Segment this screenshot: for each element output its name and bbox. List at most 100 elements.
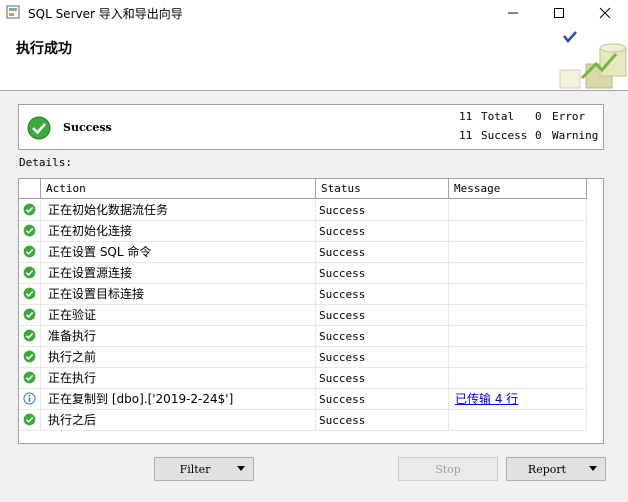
grid-select-all-header[interactable]	[19, 179, 41, 199]
total-count: 11	[459, 110, 473, 123]
row-status: Success	[316, 242, 449, 263]
table-row[interactable]: 执行之后 Success	[19, 410, 603, 431]
details-label: Details:	[19, 156, 72, 169]
row-message-cell	[449, 221, 587, 242]
success-icon	[23, 245, 36, 258]
minimize-icon	[508, 12, 518, 14]
error-count: 0	[535, 110, 542, 123]
minimize-button[interactable]	[490, 0, 536, 26]
success-icon	[23, 329, 36, 342]
table-row[interactable]: 正在初始化连接 Success	[19, 221, 603, 242]
table-row[interactable]: 正在初始化数据流任务 Success	[19, 200, 603, 221]
row-status: Success	[316, 200, 449, 221]
column-header-message[interactable]: Message	[449, 179, 587, 199]
row-status: Success	[316, 389, 449, 410]
success-label: Success	[481, 129, 528, 142]
table-row[interactable]: 正在设置源连接 Success	[19, 263, 603, 284]
page-title: 执行成功	[16, 41, 72, 57]
column-header-status[interactable]: Status	[316, 179, 449, 199]
report-button[interactable]: Report	[506, 457, 606, 481]
row-status: Success	[316, 368, 449, 389]
row-message-cell	[449, 284, 587, 305]
row-status-cell	[19, 263, 41, 284]
row-action: 正在复制到 [dbo].['2019-2-24$']	[41, 389, 316, 410]
row-message-cell	[449, 263, 587, 284]
success-icon	[23, 413, 36, 426]
table-row[interactable]: 正在执行 Success	[19, 368, 603, 389]
filter-button[interactable]: Filter	[154, 457, 254, 481]
row-action: 准备执行	[41, 326, 316, 347]
maximize-icon	[554, 8, 564, 18]
success-icon	[23, 371, 36, 384]
report-button-label: Report	[527, 462, 567, 476]
row-status-cell	[19, 347, 41, 368]
info-icon	[23, 392, 36, 405]
app-icon	[6, 5, 20, 19]
warning-count: 0	[535, 129, 542, 142]
row-message-cell	[449, 347, 587, 368]
row-status: Success	[316, 410, 449, 431]
row-status: Success	[316, 263, 449, 284]
stop-button-label: Stop	[435, 462, 461, 476]
close-icon	[599, 7, 611, 19]
column-header-action[interactable]: Action	[41, 179, 316, 199]
row-action: 正在设置 SQL 命令	[41, 242, 316, 263]
row-status: Success	[316, 347, 449, 368]
row-status-cell	[19, 284, 41, 305]
wizard-graphic-icon	[559, 31, 627, 89]
row-message-cell	[449, 368, 587, 389]
stop-button[interactable]: Stop	[398, 457, 498, 481]
table-row[interactable]: 正在设置 SQL 命令 Success	[19, 242, 603, 263]
success-icon	[27, 116, 51, 140]
success-icon	[23, 203, 36, 216]
row-message-cell	[449, 200, 587, 221]
table-row[interactable]: 正在验证 Success	[19, 305, 603, 326]
row-status-cell	[19, 242, 41, 263]
error-label: Error	[552, 110, 586, 123]
chevron-down-icon	[589, 466, 597, 471]
row-action: 正在设置源连接	[41, 263, 316, 284]
row-action: 执行之前	[41, 347, 316, 368]
row-status-cell	[19, 221, 41, 242]
title-bar: SQL Server 导入和导出向导	[0, 0, 628, 26]
row-status-cell	[19, 410, 41, 431]
row-message-cell	[449, 242, 587, 263]
wizard-header: 执行成功	[0, 26, 628, 91]
row-message-cell	[449, 305, 587, 326]
success-icon	[23, 224, 36, 237]
success-icon	[23, 266, 36, 279]
success-icon	[23, 287, 36, 300]
row-status-cell	[19, 368, 41, 389]
window-title: SQL Server 导入和导出向导	[28, 7, 183, 21]
row-status-cell	[19, 389, 41, 410]
filter-button-label: Filter	[179, 462, 211, 476]
grid-header: Action Status Message	[19, 179, 603, 199]
row-action: 正在设置目标连接	[41, 284, 316, 305]
row-action: 正在初始化数据流任务	[41, 200, 316, 221]
row-action: 执行之后	[41, 410, 316, 431]
row-status-cell	[19, 200, 41, 221]
row-status: Success	[316, 305, 449, 326]
row-status: Success	[316, 326, 449, 347]
summary-status: Success	[63, 121, 112, 134]
row-status: Success	[316, 221, 449, 242]
details-grid[interactable]: Action Status Message 正在初始化数据流任务 Success 正…	[18, 178, 604, 444]
table-row[interactable]: 准备执行 Success	[19, 326, 603, 347]
table-row[interactable]: 执行之前 Success	[19, 347, 603, 368]
summary-panel: Success 11 Total 0 Error 11 Success 0 Wa…	[18, 104, 604, 150]
row-status-cell	[19, 326, 41, 347]
close-button[interactable]	[582, 0, 628, 26]
row-message-cell: 已传输 4 行	[449, 389, 587, 410]
row-action: 正在执行	[41, 368, 316, 389]
row-message-link[interactable]: 已传输 4 行	[455, 392, 518, 406]
warning-label: Warning	[552, 129, 599, 142]
success-count: 11	[459, 129, 473, 142]
row-status: Success	[316, 284, 449, 305]
row-action: 正在初始化连接	[41, 221, 316, 242]
row-message-cell	[449, 410, 587, 431]
maximize-button[interactable]	[536, 0, 582, 26]
table-row[interactable]: 正在复制到 [dbo].['2019-2-24$'] Success 已传输 4 行	[19, 389, 603, 410]
total-label: Total	[481, 110, 515, 123]
table-row[interactable]: 正在设置目标连接 Success	[19, 284, 603, 305]
chevron-down-icon	[237, 466, 245, 471]
